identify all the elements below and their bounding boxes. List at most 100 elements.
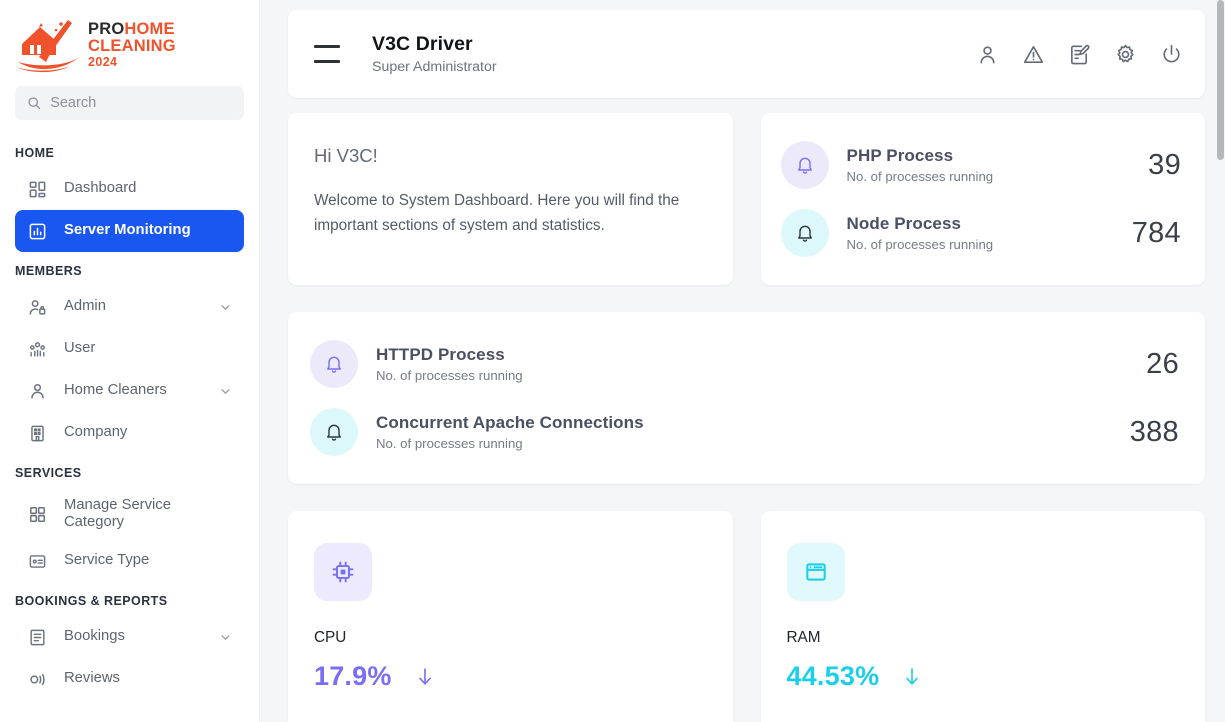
sidebar-item-dashboard[interactable]: Dashboard [15,168,244,210]
nav-section-bookings-reports: BOOKINGS & REPORTS [15,594,168,608]
edit-document-icon[interactable] [1068,43,1091,66]
hamburger-icon[interactable] [314,45,340,63]
grid-icon [27,504,48,525]
search-input[interactable] [50,95,232,111]
browser-window-icon [786,543,845,601]
down-arrow-icon [906,667,919,685]
ram-value: 44.53% [786,661,880,691]
bell-icon [780,209,829,257]
wide-process-row: HTTPD Process No. of processes running 2… [288,312,1205,484]
sidebar-item-label: Reviews [64,670,120,687]
chart-bar-icon [27,221,48,242]
sidebar-item-user[interactable]: User [15,328,244,370]
users-icon [27,339,48,360]
gauges-row: CPU 17.9% RAM 44.53% [288,511,1205,722]
chevron-down-icon[interactable] [219,631,232,644]
process-row: HTTPD Process No. of processes running 2… [310,330,1179,398]
sidebar: PROHOME CLEANING 2024 HOME Dashboar [0,0,260,722]
process-row: Node Process No. of processes running 78… [780,199,1182,267]
process-value: 39 [1148,148,1181,181]
overview-row: Hi V3C! Welcome to System Dashboard. Her… [288,113,1205,285]
chevron-down-icon[interactable] [219,385,232,398]
nav-section-home: HOME [15,146,55,160]
process-value: 26 [1146,347,1179,380]
sidebar-item-server-monitoring[interactable]: Server Monitoring [15,210,244,252]
brand-logo-text: PROHOME CLEANING 2024 [88,21,249,69]
process-col: PHP Process No. of processes running 39 [760,113,1205,285]
search-box[interactable] [15,86,244,120]
process-value: 784 [1131,216,1181,249]
process-texts: Concurrent Apache Connections No. of pro… [376,413,1112,451]
search-icon [28,97,41,109]
sidebar-item-reviews[interactable]: Reviews [15,658,244,700]
cpu-value: 17.9% [314,661,392,691]
power-icon[interactable] [1160,43,1183,66]
welcome-message: Welcome to System Dashboard. Here you wi… [314,192,680,234]
process-row: Concurrent Apache Connections No. of pro… [310,398,1179,466]
process-subtitle: No. of processes running [376,368,523,383]
welcome-greeting: Hi V3C! [314,145,378,166]
sidebar-item-home-cleaners[interactable]: Home Cleaners [15,370,244,412]
id-card-icon [27,551,48,572]
building-icon [27,423,48,444]
brand-pro: PRO [88,20,125,39]
topbar-actions [976,43,1183,66]
page-scrollbar-thumb[interactable] [1217,0,1224,160]
sidebar-item-manage-service-category[interactable]: Manage Service Category [15,488,244,540]
process-texts: HTTPD Process No. of processes running [376,345,1128,383]
ram-value-row: 44.53% [787,661,1180,692]
sidebar-item-label: Admin [64,298,106,315]
sidebar-item-label: Company [64,424,128,441]
page-subtitle: Super Administrator [372,59,497,75]
sidebar-item-label: Service Type [64,552,150,569]
nav-section-members: MEMBERS [15,264,83,278]
process-card-wide: HTTPD Process No. of processes running 2… [288,312,1205,484]
nav-section-services: SERVICES [15,466,82,480]
process-title: PHP Process [846,146,954,165]
sidebar-item-company[interactable]: Company [15,412,244,454]
sidebar-item-admin[interactable]: Admin [15,286,244,328]
sidebar-item-bookings[interactable]: Bookings [15,616,244,658]
welcome-card: Hi V3C! Welcome to System Dashboard. Her… [288,113,733,285]
process-texts: PHP Process No. of processes running [847,146,1131,184]
process-row: PHP Process No. of processes running 39 [780,131,1182,199]
gear-icon[interactable] [1114,43,1137,66]
warning-triangle-icon[interactable] [1022,43,1045,66]
process-subtitle: No. of processes running [846,237,994,252]
sidebar-nav: HOME Dashboard Server Monitoring MEMBERS… [0,134,259,700]
chevron-down-icon[interactable] [219,301,232,314]
cpu-card: CPU 17.9% [288,511,733,722]
process-value: 388 [1129,415,1179,448]
sidebar-item-label: Home Cleaners [64,382,167,399]
cpu-col: CPU 17.9% [288,511,733,722]
topbar: V3C Driver Super Administrator [288,10,1205,98]
topbar-titles: V3C Driver Super Administrator [372,33,497,75]
welcome-col: Hi V3C! Welcome to System Dashboard. Her… [288,113,733,285]
brand-year: 2024 [88,55,118,70]
page-title: V3C Driver [372,33,473,55]
cpu-chip-icon [314,543,372,601]
cpu-value-row: 17.9% [314,661,707,692]
sidebar-item-label: User [64,340,96,357]
user-icon[interactable] [976,43,999,66]
sidebar-item-label: Server Monitoring [64,222,191,239]
sidebar-item-label: Manage Service Category [64,496,171,530]
person-icon [27,381,48,402]
main-content: V3C Driver Super Administrator Hi V3C! W… [260,0,1225,722]
list-doc-icon [27,627,48,648]
bell-icon [780,141,829,189]
process-texts: Node Process No. of processes running [847,214,1114,252]
sidebar-item-label: Bookings [64,628,125,645]
user-lock-icon [27,297,48,318]
ram-card: RAM 44.53% [760,511,1205,722]
cpu-label: CPU [314,629,347,646]
process-subtitle: No. of processes running [376,436,523,451]
sidebar-item-label: Dashboard [64,180,137,197]
process-subtitle: No. of processes running [846,169,994,184]
brand-logo[interactable]: PROHOME CLEANING 2024 [0,0,259,82]
sidebar-item-service-type[interactable]: Service Type [15,540,244,582]
grid-icon [27,179,48,200]
page-scrollbar[interactable] [1216,0,1225,722]
process-title: Concurrent Apache Connections [376,413,644,432]
process-card-top: PHP Process No. of processes running 39 [760,113,1205,285]
